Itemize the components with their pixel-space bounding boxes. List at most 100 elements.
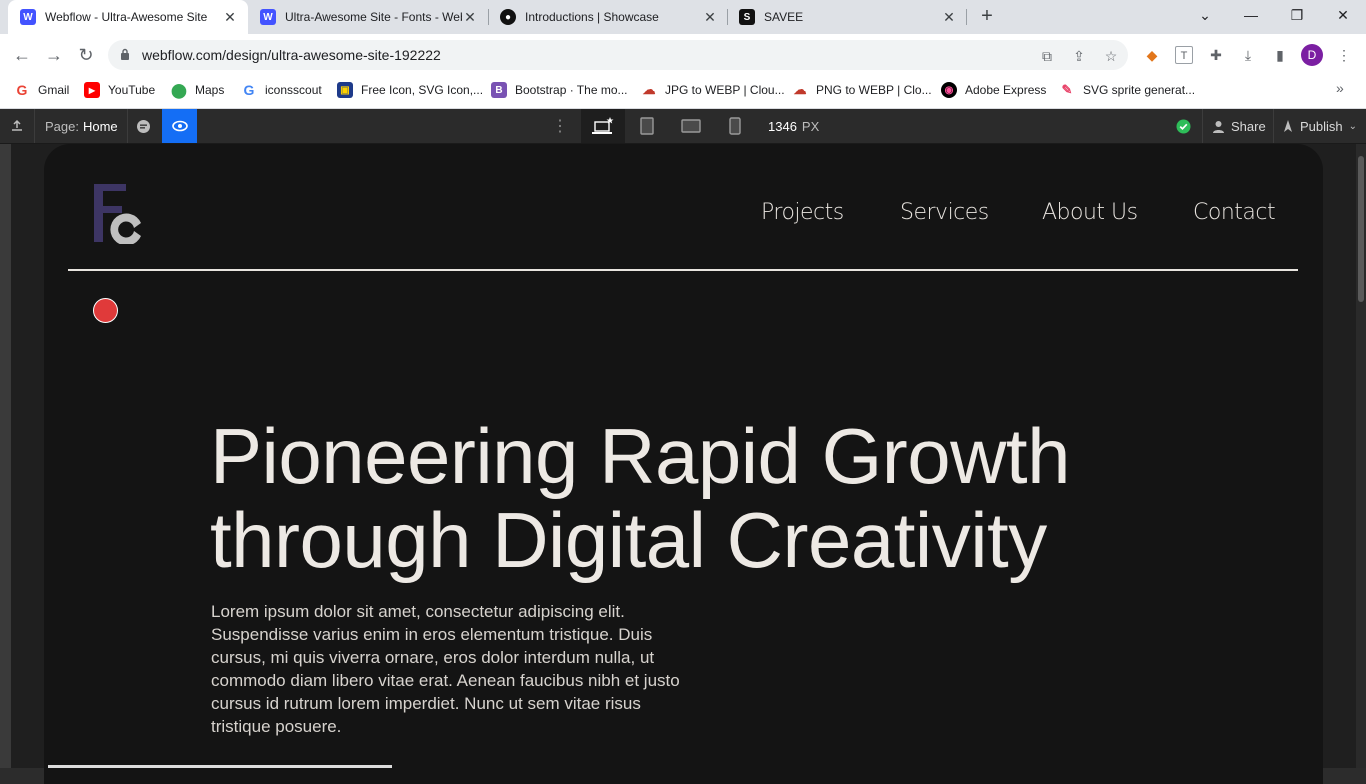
nav-link-services[interactable]: Services: [900, 200, 989, 225]
chevron-double-right-icon[interactable]: »: [1336, 80, 1344, 96]
bootstrap-icon: B: [491, 82, 507, 98]
nav-link-projects[interactable]: Projects: [761, 200, 844, 225]
bookmarks-bar: G Gmail ▶ YouTube ⬤ Maps G iconsscout ▣ …: [0, 76, 1366, 109]
export-icon[interactable]: [10, 109, 26, 143]
nav-link-about-us[interactable]: About Us: [1042, 200, 1138, 225]
tab-title: SAVEE: [764, 10, 804, 24]
close-window-button[interactable]: ✕: [1320, 0, 1366, 30]
site-logo[interactable]: [94, 184, 144, 244]
bookmark-label: Maps: [195, 83, 225, 97]
address-bar[interactable]: webflow.com/design/ultra-awesome-site-19…: [108, 40, 1128, 70]
bookmark-star-icon[interactable]: ☆: [1102, 47, 1120, 65]
text-extension-icon[interactable]: T: [1175, 46, 1193, 64]
laptop-star-icon: [592, 117, 614, 134]
check-circle-icon[interactable]: [1176, 109, 1192, 143]
rocket-icon: [1284, 120, 1292, 132]
comment-icon[interactable]: [136, 109, 152, 143]
bookmark-label: PNG to WEBP | Clo...: [816, 83, 932, 97]
share-button[interactable]: Share: [1212, 109, 1266, 143]
nav-link-contact[interactable]: Contact: [1193, 200, 1276, 225]
phone-portrait-icon: [729, 117, 741, 135]
bookmark-label: YouTube: [108, 83, 156, 97]
cloud-icon: ☁: [793, 82, 807, 97]
webflow-designer-bar: Page: Home ⋮ 1346 PX Share Publish ⌄: [0, 109, 1366, 144]
publish-button[interactable]: Publish ⌄: [1282, 109, 1357, 143]
bookmark-gmail[interactable]: G Gmail: [14, 76, 70, 104]
kebab-menu-icon[interactable]: ⋮: [1335, 46, 1353, 64]
metamask-icon[interactable]: ◆: [1143, 46, 1161, 64]
tab-strip: W Webflow - Ultra-Awesome Site ✕ W Ultra…: [0, 0, 1366, 34]
url-text: webflow.com/design/ultra-awesome-site-19…: [142, 47, 441, 63]
status-dot: [93, 298, 118, 323]
side-panel-icon[interactable]: ▮: [1271, 46, 1289, 64]
close-icon[interactable]: ✕: [222, 9, 238, 26]
user-icon: [1213, 120, 1224, 133]
hero-paragraph: Lorem ipsum dolor sit amet, consectetur …: [211, 602, 680, 736]
tab-title: Introductions | Showcase: [525, 10, 659, 24]
profile-avatar[interactable]: D: [1301, 44, 1323, 66]
download-icon[interactable]: ⤓: [1239, 46, 1257, 64]
header-divider: [68, 269, 1298, 271]
breakpoint-mobile-landscape[interactable]: [669, 109, 713, 143]
freeicon-icon: ▣: [337, 82, 353, 98]
bookmark-free-icon[interactable]: ▣ Free Icon, SVG Icon,...: [337, 76, 483, 104]
tab-search-icon[interactable]: ⌄: [1182, 0, 1228, 30]
youtube-icon: ▶: [84, 82, 100, 98]
bookmark-label: Free Icon, SVG Icon,...: [361, 83, 484, 97]
share-page-icon[interactable]: ⇪: [1070, 47, 1088, 65]
breakpoint-desktop-base[interactable]: [581, 109, 625, 143]
divider: [127, 109, 128, 143]
webflow-icon: W: [260, 9, 276, 25]
canvas-width-unit: PX: [801, 118, 820, 134]
forward-icon[interactable]: →: [42, 43, 66, 67]
browser-tab-webflow-site[interactable]: W Webflow - Ultra-Awesome Site ✕: [8, 0, 248, 34]
bookmark-label: JPG to WEBP | Clou...: [665, 83, 785, 97]
showcase-icon: ●: [500, 9, 516, 25]
bookmark-bootstrap[interactable]: B Bootstrap · The mo...: [491, 76, 628, 104]
bookmark-iconsscout[interactable]: G iconsscout: [241, 76, 322, 104]
browser-tab-showcase[interactable]: ● Introductions | Showcase ✕: [488, 0, 728, 34]
bookmark-svg-sprite[interactable]: ✎ SVG sprite generat...: [1059, 76, 1196, 104]
preview-toggle-button[interactable]: [162, 109, 197, 143]
bookmark-jpg-to-webp[interactable]: ☁ JPG to WEBP | Clou...: [641, 76, 785, 104]
site-page: Projects Services About Us Contact Pione…: [44, 144, 1323, 784]
gmail-icon: G: [16, 82, 28, 98]
breakpoint-tablet[interactable]: [625, 109, 669, 143]
more-vertical-icon[interactable]: ⋮: [552, 109, 568, 143]
hero-heading-line-2: through Digital Creativity: [210, 496, 1047, 584]
cloud-icon: ☁: [642, 82, 656, 97]
canvas-scroll-thumb[interactable]: [1358, 156, 1364, 302]
canvas-width-readout[interactable]: 1346 PX: [768, 109, 819, 143]
restore-button[interactable]: ❐: [1274, 0, 1320, 30]
webflow-icon: W: [20, 9, 36, 25]
close-icon[interactable]: ✕: [941, 9, 957, 26]
bookmark-adobe-express[interactable]: ◉ Adobe Express: [941, 76, 1046, 104]
breakpoint-mobile-portrait[interactable]: [713, 109, 757, 143]
tab-separator: [966, 9, 967, 25]
minimize-button[interactable]: —: [1228, 0, 1274, 30]
tab-title: Webflow - Ultra-Awesome Site: [45, 10, 208, 24]
close-icon[interactable]: ✕: [702, 9, 718, 26]
close-icon[interactable]: ✕: [462, 9, 478, 26]
open-in-app-icon[interactable]: ⧉: [1038, 47, 1056, 65]
reload-icon[interactable]: ↻: [74, 43, 98, 67]
new-tab-button[interactable]: +: [976, 5, 998, 27]
browser-tab-savee[interactable]: S SAVEE ✕: [727, 0, 967, 34]
browser-toolbar: ← → ↻ webflow.com/design/ultra-awesome-s…: [0, 34, 1366, 76]
extensions-puzzle-icon[interactable]: ✚: [1207, 46, 1225, 64]
browser-tab-fonts[interactable]: W Ultra-Awesome Site - Fonts - Webflow ✕: [248, 0, 488, 34]
chevron-down-icon: ⌄: [1348, 120, 1358, 132]
svg-sprite-icon: ✎: [1061, 82, 1073, 97]
bookmark-label: SVG sprite generat...: [1083, 83, 1196, 97]
bookmark-png-to-webp[interactable]: ☁ PNG to WEBP | Clo...: [792, 76, 932, 104]
divider: [34, 109, 35, 143]
bookmark-youtube[interactable]: ▶ YouTube: [84, 76, 155, 104]
hero-heading-line-1: Pioneering Rapid Growth: [210, 412, 1070, 500]
divider: [1273, 109, 1274, 143]
eye-icon: [171, 120, 188, 132]
back-icon[interactable]: ←: [10, 43, 34, 67]
maps-icon: ⬤: [171, 81, 187, 98]
page-name: Home: [82, 118, 118, 134]
bookmark-maps[interactable]: ⬤ Maps: [171, 76, 224, 104]
page-selector[interactable]: Page: Home: [45, 109, 118, 143]
